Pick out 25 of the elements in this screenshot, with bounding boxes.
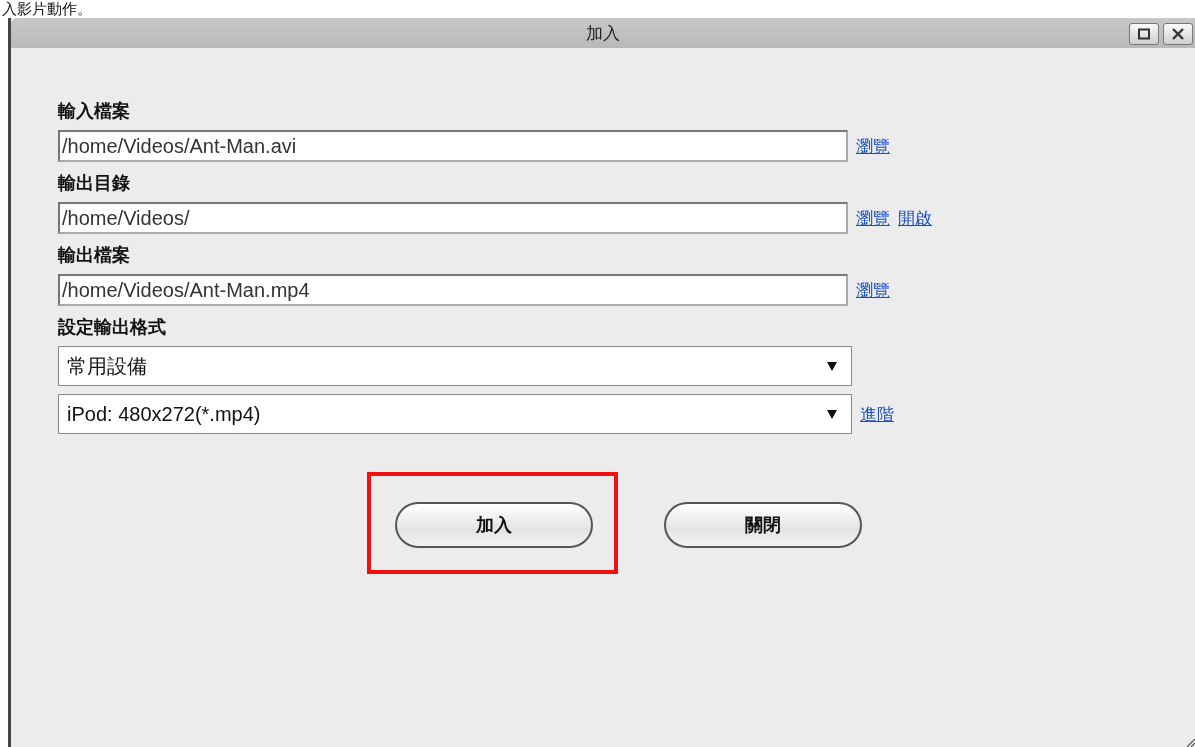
link[interactable]: 瀏覽 bbox=[856, 206, 890, 230]
path-field[interactable]: /home/Videos/Ant-Man.avi bbox=[58, 130, 848, 162]
path-field[interactable]: /home/Videos/ bbox=[58, 202, 848, 234]
dropdown-arrow-icon bbox=[827, 409, 837, 419]
maximize-icon bbox=[1137, 28, 1151, 40]
field-label: 輸出檔案 bbox=[58, 244, 131, 266]
link[interactable]: 開啟 bbox=[898, 206, 932, 230]
dropdown-arrow-icon bbox=[827, 361, 837, 371]
format-dropdown[interactable]: iPod: 480x272(*.mp4) bbox=[58, 394, 852, 434]
window-title: 加入 bbox=[586, 21, 620, 45]
format-dropdown[interactable]: 常用設備 bbox=[58, 346, 852, 386]
field-label: 設定輸出格式 bbox=[58, 316, 167, 338]
field-label: 輸入檔案 bbox=[58, 100, 131, 122]
caption-text: 入影片動作。 bbox=[1, 0, 93, 18]
link[interactable]: 瀏覽 bbox=[856, 134, 890, 158]
link[interactable]: 瀏覽 bbox=[856, 278, 890, 302]
dialog-button[interactable]: 關閉 bbox=[664, 502, 862, 548]
path-field[interactable]: /home/Videos/Ant-Man.mp4 bbox=[58, 274, 848, 306]
resize-grip-icon bbox=[1185, 737, 1195, 747]
dialog-button[interactable]: 加入 bbox=[395, 502, 593, 548]
link[interactable]: 進階 bbox=[860, 402, 894, 426]
maximize-button[interactable] bbox=[1129, 23, 1159, 45]
field-label: 輸出目錄 bbox=[58, 172, 131, 194]
close-button[interactable] bbox=[1163, 23, 1193, 45]
close-icon bbox=[1171, 28, 1185, 40]
